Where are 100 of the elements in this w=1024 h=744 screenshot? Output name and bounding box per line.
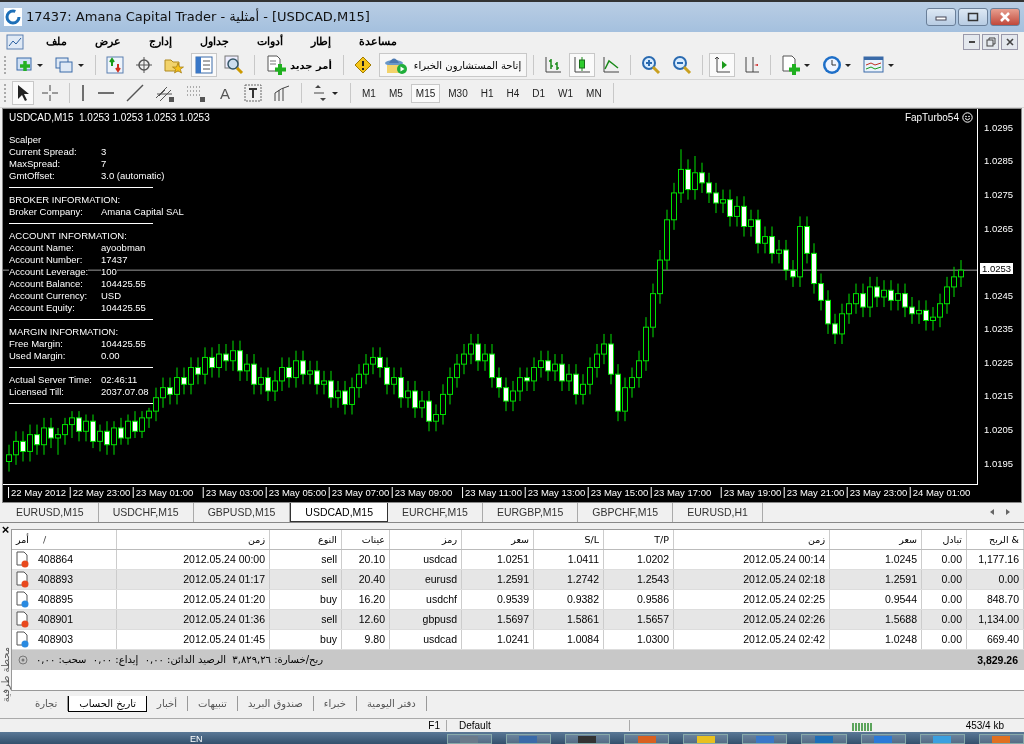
- timeframe-button[interactable]: D1: [527, 83, 551, 103]
- terminal-tab[interactable]: تاريخ الحساب: [68, 696, 148, 713]
- expert-advisors-button[interactable]: إتاحة المستشارون الخبراء: [378, 53, 527, 78]
- new-order-button[interactable]: أمر جديد: [261, 53, 337, 78]
- column-header[interactable]: أمر: [16, 533, 29, 545]
- menu-item[interactable]: عرض: [81, 35, 135, 49]
- timeframe-button[interactable]: M15: [410, 83, 441, 103]
- column-header[interactable]: سعر: [511, 533, 529, 545]
- warning-icon: [353, 56, 372, 75]
- chart-tab[interactable]: EURUSD,H1: [673, 502, 763, 522]
- column-header[interactable]: عينات: [361, 533, 385, 545]
- column-header[interactable]: زمن: [808, 533, 825, 545]
- info-label: Actual Server Time:: [9, 373, 92, 386]
- time-label: 23 May 17:00: [650, 486, 712, 498]
- language-indicator[interactable]: EN: [190, 734, 203, 744]
- chart-window-icon: [6, 33, 24, 50]
- time-label: 23 May 07:00: [328, 486, 390, 498]
- drawing-tool-button[interactable]: A: [213, 81, 237, 106]
- column-header[interactable]: T/P: [654, 533, 669, 545]
- timeframe-button[interactable]: M30: [443, 83, 473, 103]
- price-label: 1.0195: [984, 457, 1014, 469]
- table-cell: 1.2543: [636, 573, 669, 586]
- bar-chart-icon: [543, 56, 562, 75]
- chart-tab[interactable]: EURUSD,M15: [2, 502, 99, 522]
- table-cell: 2012.05.24 02:25: [743, 593, 825, 606]
- table-cell: 2012.05.24 02:26: [743, 613, 825, 626]
- close-button[interactable]: [1001, 33, 1018, 50]
- app-icon: [873, 735, 894, 743]
- arrows-icon: [312, 84, 340, 103]
- toolbar-button[interactable]: [191, 53, 217, 78]
- column-header[interactable]: رمز: [442, 533, 457, 545]
- table-cell: gbpusd: [422, 613, 457, 626]
- table-cell: 2012.05.24 01:45: [183, 633, 265, 646]
- chart-type-button[interactable]: [568, 53, 595, 78]
- chart-tab[interactable]: USDCHF,M15: [98, 502, 194, 522]
- time-label: 23 May 03:00: [202, 486, 264, 498]
- axis-play-icon: [712, 56, 731, 75]
- taskbar-button[interactable]: [683, 734, 729, 744]
- zoom-out-icon: [671, 55, 692, 76]
- minimize-button[interactable]: [963, 33, 980, 50]
- table-cell: eurusd: [424, 573, 457, 586]
- timeframe-button[interactable]: H4: [501, 83, 525, 103]
- maximize-button[interactable]: [958, 8, 988, 26]
- taskbar-button[interactable]: [623, 734, 670, 744]
- table-cell: 9.80: [364, 633, 385, 646]
- timeframe-button[interactable]: H1: [475, 83, 499, 103]
- app-icon: [813, 735, 834, 743]
- table-cell: 408901: [38, 613, 74, 626]
- menu-item[interactable]: مساعدة: [345, 35, 411, 49]
- column-header[interactable]: النوع: [318, 533, 337, 545]
- time-label: 23 May 23:00: [846, 486, 908, 498]
- close-icon: [1005, 37, 1014, 46]
- taskbar-button[interactable]: [564, 734, 610, 744]
- balance-summary: ربح/خسارة: ٣,٨٢٩,٢٦ الرصيد الدائن: ٠,٠٠ إيداع: ٠,٠٠ سحب: ٠,٠٠: [36, 654, 324, 666]
- table-cell: usdchf: [426, 593, 457, 606]
- column-header[interactable]: سعر: [899, 533, 917, 545]
- chart-tab[interactable]: GBPCHF,M15: [578, 502, 674, 522]
- terminal-tab[interactable]: تنبيهات: [187, 696, 238, 712]
- menu-item[interactable]: إدارج: [135, 35, 186, 49]
- menu-item[interactable]: أدوات: [243, 35, 297, 49]
- panel-title: محطة طرفية: [0, 646, 11, 702]
- timeframe-button[interactable]: W1: [553, 83, 579, 103]
- table-cell: sell: [321, 573, 337, 586]
- menu-item[interactable]: إطار: [297, 35, 345, 49]
- table-cell: 669.40: [986, 633, 1019, 646]
- chart-tab[interactable]: EURCHF,M15: [388, 502, 483, 522]
- terminal-tab[interactable]: صندوق البريد: [237, 696, 314, 712]
- column-header[interactable]: زمن: [248, 533, 265, 545]
- table-cell: 0.00: [941, 613, 962, 626]
- column-header[interactable]: S/L: [584, 533, 599, 545]
- app-icon: [518, 735, 539, 743]
- timeframe-button[interactable]: MN: [581, 83, 607, 103]
- table-cell: 1.0202: [636, 553, 669, 566]
- restore-button[interactable]: [982, 33, 999, 50]
- time-label: 22 May 2012: [8, 486, 66, 498]
- drawing-tool-button[interactable]: [12, 81, 34, 106]
- chart-tab[interactable]: EURGBP,M15: [482, 502, 579, 522]
- time-label: 22 May 23:00: [69, 486, 131, 498]
- connection-bars-icon: [852, 720, 874, 731]
- timeframe-button[interactable]: M5: [383, 83, 408, 103]
- table-cell: 1.0084: [566, 633, 599, 646]
- clock-icon: [821, 55, 852, 76]
- close-button[interactable]: [990, 8, 1020, 26]
- close-button[interactable]: ×: [1, 522, 10, 537]
- taskbar-button[interactable]: [505, 734, 551, 744]
- table-cell: 16.20: [358, 593, 385, 606]
- dotted-lines-icon: [186, 84, 206, 103]
- timeframe-button[interactable]: M1: [357, 83, 381, 103]
- menu-item[interactable]: جداول: [186, 35, 243, 49]
- terminal-tab[interactable]: خبراء: [313, 696, 357, 712]
- order-document-icon: [16, 630, 30, 648]
- menu-item[interactable]: ملف: [32, 35, 81, 49]
- column-header[interactable]: تبادل: [942, 533, 962, 545]
- terminal-tab[interactable]: تجارة: [25, 696, 69, 712]
- auto-scroll-button[interactable]: [708, 53, 735, 78]
- table-cell: 848.70: [986, 593, 1019, 606]
- horizontal-line-icon: [97, 90, 115, 97]
- time-label: 23 May 19:00: [720, 486, 782, 498]
- terminal-tab[interactable]: دفتر اليومية: [357, 696, 427, 712]
- column-header[interactable]: الربح &: [989, 533, 1019, 545]
